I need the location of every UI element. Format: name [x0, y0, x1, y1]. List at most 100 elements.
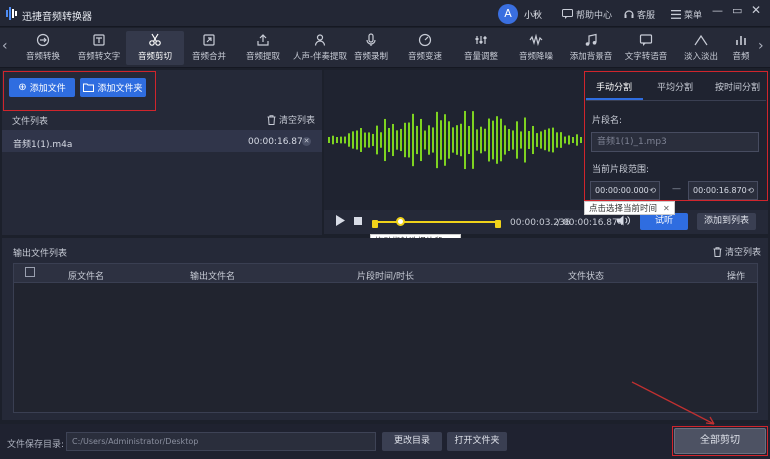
open-folder-button[interactable]: 打开文件夹: [447, 432, 507, 451]
tool-label: 音频提取: [245, 52, 280, 62]
customer-service-button[interactable]: 客服: [624, 7, 655, 21]
waveform-bar: [404, 122, 406, 158]
add-to-list-button[interactable]: 添加到列表: [697, 213, 756, 230]
close-icon[interactable]: ✕: [663, 204, 670, 213]
tool-label: 音频变速: [407, 52, 442, 62]
tool-add-bgm[interactable]: 添加背景音: [562, 31, 620, 65]
clear-list-label: 清空列表: [279, 116, 316, 126]
waveform-bar: [372, 133, 374, 147]
waveform-bar: [376, 125, 378, 155]
range-end-handle[interactable]: [495, 220, 501, 228]
waveform-bar: [512, 130, 514, 150]
waveform-bar: [380, 132, 382, 148]
tool-audio-convert[interactable]: 音频转换: [14, 31, 72, 65]
waveform-bar: [464, 110, 466, 170]
remove-file-icon[interactable]: ✕: [302, 137, 311, 146]
waveform-bar: [336, 137, 338, 143]
close-icon[interactable]: ✕: [751, 3, 761, 17]
select-all-checkbox[interactable]: [25, 267, 35, 277]
avatar[interactable]: A: [498, 4, 518, 24]
tool-fade[interactable]: 淡入淡出: [672, 31, 730, 65]
waveform-bar: [356, 130, 358, 150]
chevron-left-icon[interactable]: ‹: [2, 38, 8, 54]
tool-audio-more[interactable]: 音频: [726, 31, 756, 65]
tool-audio-to-text[interactable]: 音频转文字: [70, 31, 128, 65]
tool-label: 音频降噪: [518, 52, 553, 62]
selection-range-bar[interactable]: [374, 221, 499, 223]
trash-icon: [267, 114, 276, 125]
file-name: 音频1(1).m4a: [13, 140, 73, 150]
time-separator: /: [557, 218, 561, 228]
waveform-bar: [468, 125, 470, 155]
waveform-bar: [520, 131, 522, 149]
column-original-name: 原文件名: [68, 272, 105, 282]
tool-denoise[interactable]: 音频降噪: [507, 31, 565, 65]
waveform-bar: [500, 118, 502, 162]
help-center-button[interactable]: 帮助中心: [562, 7, 612, 21]
volume-icon[interactable]: [617, 215, 630, 226]
stop-icon[interactable]: [354, 217, 362, 225]
tool-audio-speed[interactable]: 音频变速: [396, 31, 454, 65]
waveform-bar: [332, 135, 334, 145]
waveform-bar: [528, 131, 530, 149]
tool-label: 文字转语音: [624, 52, 668, 62]
waveform-icon: [328, 110, 582, 170]
save-dir-label: 文件保存目录:: [7, 440, 65, 450]
help-icon: [562, 9, 573, 19]
waveform-bar: [496, 116, 498, 164]
username[interactable]: 小秋: [524, 8, 542, 21]
menu-button[interactable]: 菜单: [671, 7, 702, 21]
column-segment-time: 片段时间/时长: [357, 272, 415, 282]
select-time-tooltip: 点击选择当前时间 ✕: [584, 201, 675, 215]
waveform-bar: [540, 131, 542, 149]
play-icon[interactable]: [336, 215, 345, 226]
waveform-bar: [492, 120, 494, 160]
clear-list-button[interactable]: 清空列表: [267, 113, 315, 126]
waveform-bar: [440, 120, 442, 160]
speech-to-text-icon: [93, 34, 105, 46]
playhead-handle[interactable]: [396, 217, 405, 226]
app-logo-icon: [6, 7, 17, 20]
tool-audio-extract[interactable]: 音频提取: [234, 31, 292, 65]
waveform-bar: [460, 123, 462, 157]
range-start-handle[interactable]: [372, 220, 378, 228]
waveform-bar: [580, 137, 582, 143]
waveform-bar: [368, 132, 370, 148]
highlight-box: [672, 426, 768, 456]
tool-label: 淡入淡出: [683, 52, 718, 62]
extract-icon: [257, 34, 269, 46]
column-actions: 操作: [727, 272, 746, 282]
menu-label: 菜单: [684, 10, 703, 21]
headset-icon: [624, 10, 634, 18]
waveform-bar: [508, 129, 510, 151]
tool-audio-merge[interactable]: 音频合并: [180, 31, 238, 65]
tool-label: 音量调整: [463, 52, 498, 62]
waveform-bar: [476, 129, 478, 151]
tool-label: 音频合并: [191, 52, 226, 62]
waveform-bar: [428, 125, 430, 155]
help-center-label: 帮助中心: [576, 10, 613, 21]
customer-service-label: 客服: [637, 10, 656, 21]
tool-audio-cut[interactable]: 音频剪切: [126, 31, 184, 65]
highlight-box: [584, 71, 768, 201]
waveform-bar: [348, 133, 350, 147]
waveform-bar: [416, 125, 418, 155]
change-dir-button[interactable]: 更改目录: [382, 432, 442, 451]
waveform-bar: [384, 118, 386, 162]
save-dir-input[interactable]: C:/Users/Administrator/Desktop: [66, 432, 376, 451]
minimize-icon[interactable]: —: [712, 4, 723, 17]
maximize-icon[interactable]: ▭: [732, 4, 742, 17]
tool-volume-adjust[interactable]: 音量调整: [452, 31, 510, 65]
output-list-label: 输出文件列表: [13, 249, 68, 259]
waveform-bar: [344, 136, 346, 144]
total-time: 00:00:16.874: [563, 218, 624, 228]
chevron-right-icon[interactable]: ›: [758, 38, 764, 54]
clear-output-button[interactable]: 清空列表: [713, 245, 761, 258]
tool-text-to-speech[interactable]: 文字转语音: [617, 31, 675, 65]
text-to-speech-icon: [639, 34, 653, 46]
tool-audio-record[interactable]: 音频录制: [342, 31, 400, 65]
audition-button[interactable]: 试听: [640, 213, 688, 230]
select-time-tooltip-text: 点击选择当前时间: [589, 204, 658, 214]
menu-icon: [671, 9, 681, 19]
waveform-bar: [436, 111, 438, 169]
